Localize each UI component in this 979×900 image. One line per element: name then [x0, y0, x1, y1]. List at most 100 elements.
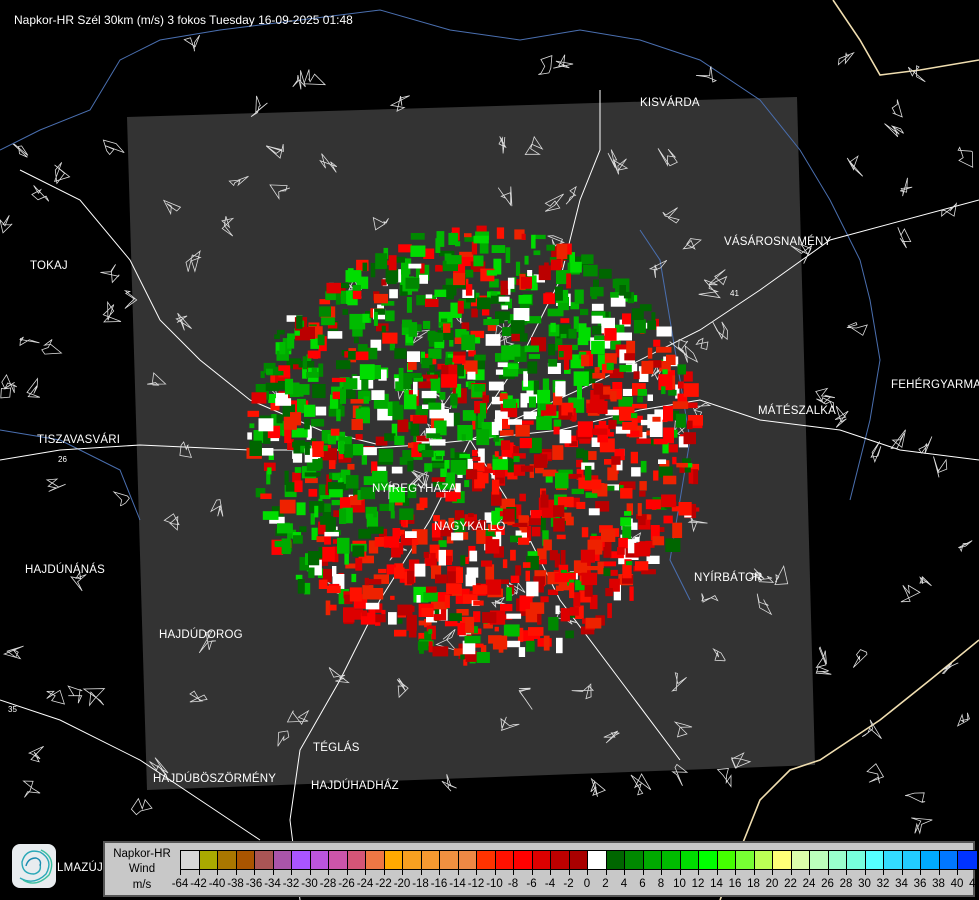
settlement-outline	[553, 54, 574, 69]
radar-echo	[537, 612, 542, 625]
legend-tick-label: -40	[208, 878, 226, 890]
city-label: TÉGLÁS	[313, 742, 360, 754]
legend-tick-mark	[716, 869, 718, 875]
legend-tick-label: -64	[171, 878, 189, 890]
radar-echo	[604, 459, 612, 465]
radar-echo	[563, 357, 569, 370]
radar-echo	[658, 459, 667, 464]
radar-echo	[347, 463, 355, 470]
radar-echo	[592, 428, 608, 435]
radar-echo	[361, 447, 377, 456]
radar-echo	[477, 297, 491, 310]
radar-echo	[367, 508, 377, 514]
radar-echo	[249, 440, 262, 456]
radar-echo	[465, 617, 475, 633]
legend-tick-label: 8	[657, 878, 665, 890]
radar-echo	[295, 574, 303, 580]
radar-echo	[608, 419, 617, 430]
radar-echo	[591, 315, 603, 324]
legend-tick-mark	[217, 869, 218, 875]
radar-echo	[565, 630, 574, 639]
radar-echo	[536, 416, 552, 430]
radar-echo	[521, 276, 532, 289]
radar-echo	[394, 348, 407, 359]
radar-echo	[647, 394, 653, 401]
radar-echo	[522, 562, 531, 568]
legend-swatch	[181, 851, 200, 869]
settlement-outline	[846, 155, 864, 177]
radar-echo	[646, 514, 652, 520]
radar-echo	[606, 362, 614, 371]
legend-tick-mark	[476, 869, 477, 875]
radar-echo	[345, 475, 359, 489]
legend-tick-mark	[328, 869, 329, 875]
radar-echo	[501, 305, 508, 310]
legend-swatch	[477, 851, 496, 869]
settlement-outline	[130, 797, 153, 816]
settlement-outline	[19, 336, 40, 347]
radar-echo	[523, 371, 528, 387]
radar-echo	[344, 444, 353, 458]
settlement-outline	[815, 646, 827, 669]
radar-echo	[581, 572, 598, 586]
radar-echo	[416, 595, 421, 603]
radar-echo	[622, 564, 632, 579]
radar-echo	[637, 503, 642, 516]
radar-echo	[304, 404, 316, 417]
legend-tick-label: -32	[282, 878, 300, 890]
settlement-outline	[2, 645, 24, 660]
radar-echo	[626, 561, 633, 566]
legend-swatch	[828, 851, 847, 869]
radar-echo	[479, 403, 487, 419]
radar-echo	[249, 423, 255, 429]
radar-echo	[362, 313, 370, 323]
radar-echo	[622, 388, 633, 396]
radar-echo	[460, 654, 465, 660]
legend-swatch	[255, 851, 274, 869]
radar-echo	[405, 531, 417, 538]
radar-echo	[276, 329, 285, 335]
radar-echo	[544, 262, 549, 269]
radar-echo	[533, 250, 541, 256]
legend-tick-mark	[975, 869, 977, 875]
city-label: NAGYKÁLLÓ	[434, 521, 506, 533]
radar-echo	[471, 308, 478, 318]
radar-echo	[555, 472, 569, 489]
radar-echo	[397, 618, 403, 624]
radar-echo	[247, 432, 252, 440]
settlement-outline	[911, 817, 933, 835]
radar-echo	[607, 603, 612, 619]
radar-echo	[618, 537, 629, 549]
legend-tick-label: -14	[449, 878, 466, 890]
radar-echo	[571, 488, 584, 495]
settlement-outline	[303, 69, 327, 86]
radar-echo	[407, 360, 417, 370]
radar-echo	[647, 320, 656, 330]
radar-echo	[531, 234, 536, 249]
radar-echo	[260, 371, 265, 378]
legend-tick-mark	[920, 869, 921, 875]
radar-echo	[402, 319, 412, 328]
legend-tick-mark	[605, 869, 607, 875]
radar-echo	[499, 429, 514, 436]
radar-echo	[284, 428, 292, 443]
legend-tick-label: -30	[301, 878, 318, 890]
radar-echo	[449, 613, 462, 621]
settlement-outline	[941, 662, 959, 674]
radar-echo	[603, 561, 617, 567]
legend-tick-label: -20	[393, 878, 411, 890]
radar-echo	[634, 536, 640, 542]
radar-echo	[505, 247, 511, 263]
radar-echo	[518, 647, 526, 657]
radar-echo	[507, 277, 515, 289]
settlement-outline	[957, 146, 974, 168]
settlement-outline	[870, 441, 882, 464]
radar-echo	[423, 592, 438, 602]
legend-swatch	[403, 851, 422, 869]
radar-echo	[274, 334, 280, 339]
radar-echo	[330, 428, 340, 436]
radar-echo	[490, 291, 498, 296]
legend-tick-mark	[513, 869, 514, 875]
radar-echo	[586, 566, 600, 571]
radar-echo	[408, 624, 417, 638]
